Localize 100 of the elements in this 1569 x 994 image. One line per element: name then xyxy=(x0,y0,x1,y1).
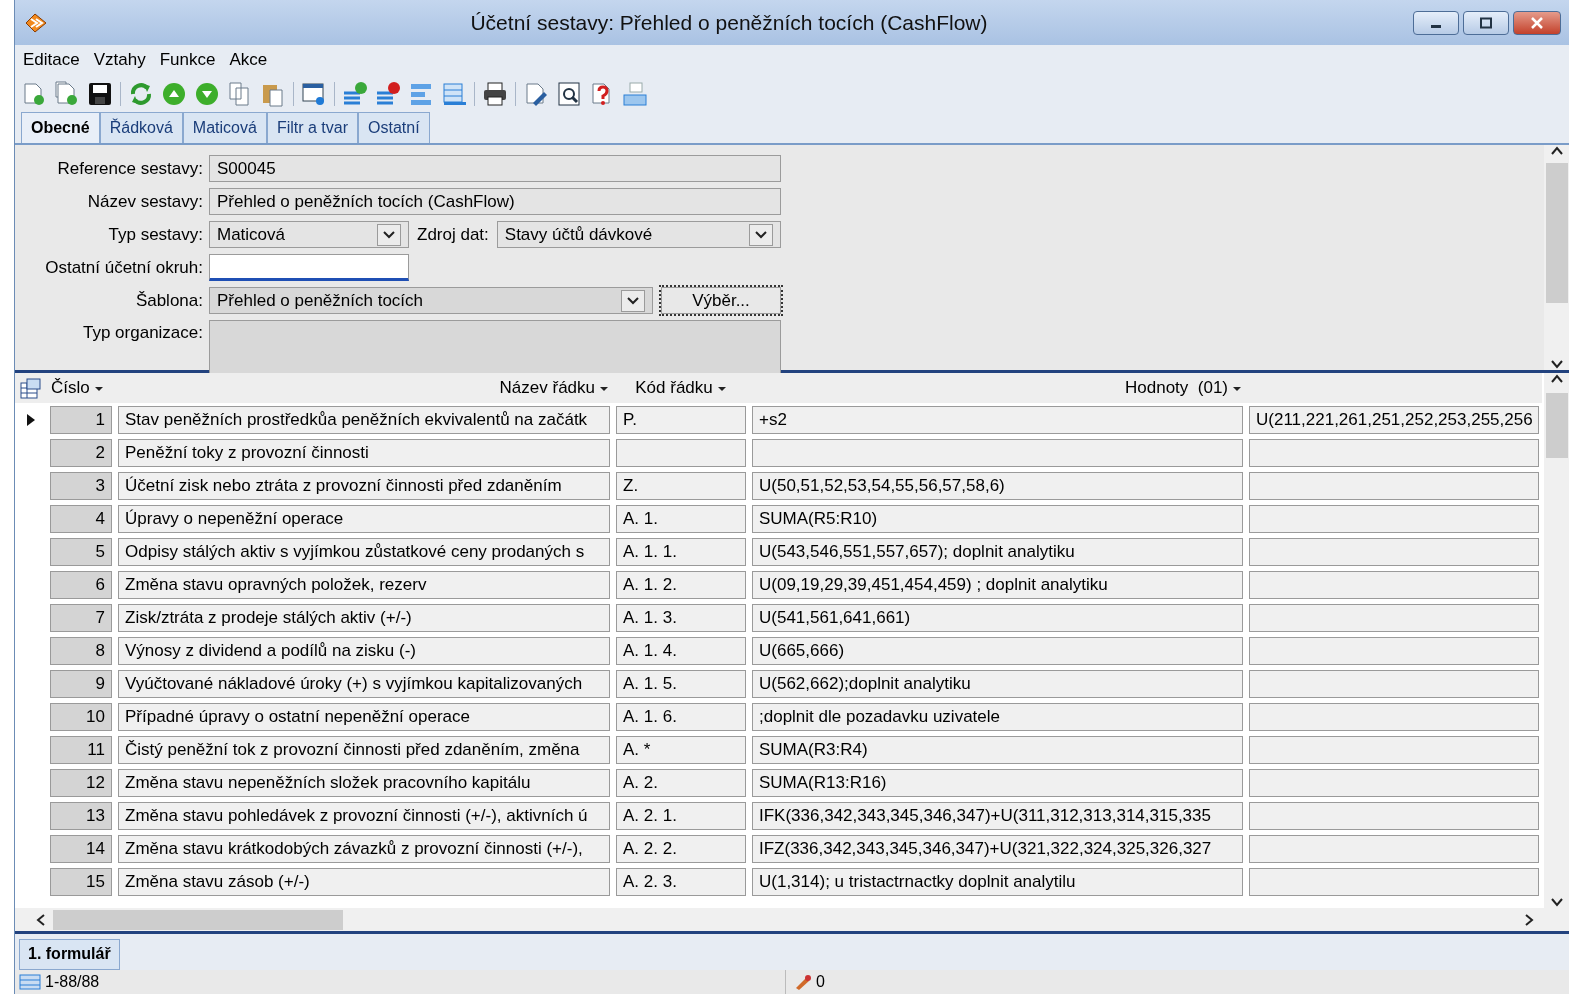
table-cell: Odpisy stálých aktiv s vyjímkou zůstatkové ceny prodaných s xyxy=(118,537,610,566)
table-cell: A. 1. 6. xyxy=(616,702,746,731)
table-cell: 12 xyxy=(50,768,112,797)
table-cell: 14 xyxy=(50,834,112,863)
table-cell: 4 xyxy=(50,504,112,533)
close-icon xyxy=(1530,16,1544,29)
table-cell: Změna stavu opravných položek, rezerv xyxy=(118,570,610,599)
close-button[interactable] xyxy=(1513,10,1561,35)
table-cell: U(665,666) xyxy=(752,636,1243,665)
sort-caret-icon[interactable] xyxy=(1232,385,1242,392)
scroll-up-icon[interactable] xyxy=(1549,145,1564,157)
copy-document-icon[interactable] xyxy=(54,80,80,107)
sort-caret-icon[interactable] xyxy=(599,385,609,392)
table-cell: 10 xyxy=(50,702,112,731)
table-cell: Výnosy z dividend a podílů na zisku (-) xyxy=(118,636,610,665)
text-field[interactable]: S00045 xyxy=(209,155,781,182)
print-icon[interactable] xyxy=(482,80,508,107)
dropdown-caret-icon xyxy=(755,230,767,239)
table-cell: 6 xyxy=(50,570,112,599)
scroll-up-icon[interactable] xyxy=(1549,373,1564,385)
dropdown[interactable]: Stavy účtů dávkové xyxy=(496,221,781,248)
field-label: Šablona: xyxy=(134,289,203,312)
table-cell: U(562,662);doplnit analytiku xyxy=(752,669,1243,698)
table-cell: U(09,19,29,39,451,454,459) ; doplnit analytiku xyxy=(752,570,1243,599)
table-cell: 9 xyxy=(50,669,112,698)
tab[interactable]: Obecné xyxy=(21,112,100,143)
scroll-down-icon[interactable] xyxy=(1549,358,1564,370)
dropdown-caret-icon xyxy=(383,230,395,239)
text-field[interactable]: Přehled o peněžních tocích (CashFlow) xyxy=(209,188,781,215)
table-cell: A. 1. 1. xyxy=(616,537,746,566)
preview-icon[interactable] xyxy=(556,80,582,107)
table-cell: Účetní zisk nebo ztráta z provozní činnosti před zdaněním xyxy=(118,471,610,500)
column-header[interactable]: Hodnoty (01) xyxy=(1125,378,1228,398)
input-field[interactable] xyxy=(209,254,409,281)
sort-caret-icon[interactable] xyxy=(93,385,104,392)
dropdown[interactable]: Přehled o peněžních tocích xyxy=(209,287,653,314)
maximize-icon xyxy=(1479,16,1493,29)
comment-table-icon[interactable] xyxy=(622,80,648,107)
column-header[interactable]: Název řádku xyxy=(499,378,595,398)
tab[interactable]: Filtr a tvar xyxy=(266,112,358,143)
field-label: Reference sestavy: xyxy=(56,157,203,180)
scrollbar-thumb[interactable] xyxy=(1545,163,1568,303)
table-cell: Změna stavu zásob (+/-) xyxy=(118,867,610,896)
minimize-button[interactable] xyxy=(1413,10,1459,35)
arrow-up-icon[interactable] xyxy=(161,80,187,107)
table-cell: A. 1. 2. xyxy=(616,570,746,599)
scroll-down-icon[interactable] xyxy=(1549,896,1564,908)
tab[interactable]: 1. formulář xyxy=(19,939,120,970)
save-icon[interactable] xyxy=(87,80,113,107)
table-cell: 13 xyxy=(50,801,112,830)
table-cell: U(543,546,551,557,657); doplnit analytiku xyxy=(752,537,1243,566)
select-button[interactable]: Výběr... xyxy=(661,287,781,314)
table-cell: A. 1. xyxy=(616,504,746,533)
new-document-icon[interactable] xyxy=(21,80,47,107)
table-cell: Změna stavu krátkodobých závazků z provozní činnosti (+/-), xyxy=(118,834,610,863)
scrollbar-thumb[interactable] xyxy=(1545,393,1568,458)
arrow-down-icon[interactable] xyxy=(194,80,220,107)
status-count: 0 xyxy=(816,972,825,992)
table-cell: SUMA(R5:R10) xyxy=(752,504,1243,533)
table-cell: U(50,51,52,53,54,55,56,57,58,6) xyxy=(752,471,1243,500)
menu-item[interactable]: Vztahy xyxy=(93,47,146,73)
field-label: Zdroj dat: xyxy=(417,223,489,246)
table-cell: Peněžní toky z provozní činnosti xyxy=(118,438,610,467)
table-cell: U(541,561,641,661) xyxy=(752,603,1243,632)
remove-row-icon[interactable] xyxy=(375,80,401,107)
menu-item[interactable]: Editace xyxy=(23,47,80,73)
sort-caret-icon[interactable] xyxy=(716,385,727,392)
table-cell: Zisk/ztráta z prodeje stálých aktiv (+/-) xyxy=(118,603,610,632)
maximize-button[interactable] xyxy=(1463,10,1509,35)
table-cell: A. 1. 4. xyxy=(616,636,746,665)
tab[interactable]: Řádková xyxy=(99,112,183,143)
table-cell: 2 xyxy=(50,438,112,467)
menu-item[interactable]: Funkce xyxy=(159,47,216,73)
table-cell: Z. xyxy=(616,471,746,500)
table-cell: A. * xyxy=(616,735,746,764)
dropdown[interactable]: Maticová xyxy=(209,221,409,248)
table-cell: 15 xyxy=(50,867,112,896)
table-cell: A. 1. 5. xyxy=(616,669,746,698)
table-cell: Úpravy o nepeněžní operace xyxy=(118,504,610,533)
table-cell: Stav peněžních prostředkůa peněžních ekvivalentů na začátk xyxy=(118,405,610,434)
window-preview-icon[interactable] xyxy=(301,80,327,107)
refresh-icon[interactable] xyxy=(128,80,154,107)
scrollbar-thumb[interactable] xyxy=(53,909,343,930)
add-row-icon[interactable] xyxy=(342,80,368,107)
table-cell: A. 1. 3. xyxy=(616,603,746,632)
grid-settings-icon[interactable] xyxy=(19,377,43,400)
table-cell: IFZ(336,342,343,345,346,347)+U(321,322,324,325,326,327 xyxy=(752,834,1243,863)
menu-item[interactable]: Akce xyxy=(229,47,268,73)
table-cell: +s2 xyxy=(752,405,1243,434)
tab[interactable]: Maticová xyxy=(182,112,267,143)
list-icon xyxy=(19,974,41,990)
field-label: Typ sestavy: xyxy=(107,223,203,246)
table-cell: A. 2. 3. xyxy=(616,867,746,896)
edit-document-icon[interactable] xyxy=(523,80,549,107)
table-cell: A. 2. xyxy=(616,768,746,797)
field-label: Typ organizace: xyxy=(82,322,203,344)
tab[interactable]: Ostatní xyxy=(358,112,430,143)
table-cell: U(211,221,261,251,252,253,255,256 xyxy=(1249,405,1539,434)
list-icon[interactable] xyxy=(441,80,467,107)
table-cell: 3 xyxy=(50,471,112,500)
